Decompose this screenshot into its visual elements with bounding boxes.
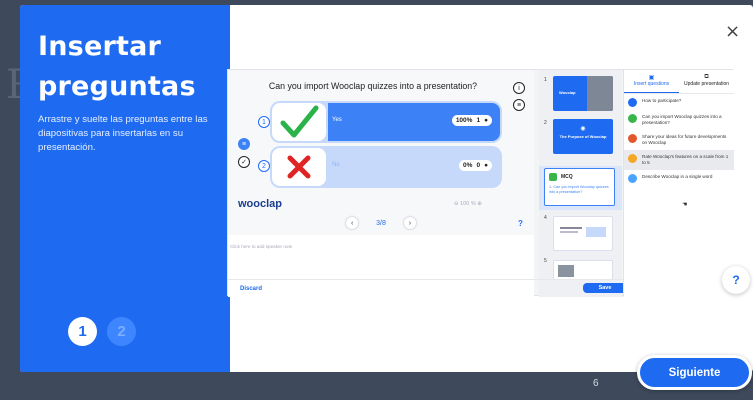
step-2[interactable]: 2 — [107, 317, 136, 346]
person-icon: ● — [484, 162, 488, 169]
slide-editor: Can you import Wooclap quizzes into a pr… — [228, 70, 534, 297]
editor-help-icon[interactable]: ? — [518, 219, 523, 228]
question-type-icon — [628, 134, 637, 143]
questions-panel: ▣ Insert questions ⧉ Update presentation… — [623, 70, 734, 297]
slide-thumbnail-2[interactable]: ◉ The Purpose of Wooclap — [553, 119, 613, 154]
info-icon[interactable]: i — [513, 82, 525, 94]
mcq-icon — [549, 173, 557, 181]
wooclap-logo: wooclap — [238, 198, 283, 210]
prev-slide-icon[interactable]: ‹ — [346, 217, 359, 229]
sidebar-title: Insertar preguntas — [38, 27, 220, 107]
slide-thumbnail-1[interactable]: Wooclap — [553, 76, 613, 111]
answer-number-1: 1 — [258, 116, 270, 128]
thumb-photo — [558, 265, 574, 277]
preview-screenshot: Can you import Wooclap quizzes into a pr… — [227, 69, 734, 297]
discard-button[interactable]: Discard — [240, 286, 262, 292]
page-indicator: 3/8 — [376, 219, 386, 227]
question-type-icon — [628, 114, 637, 123]
question-item[interactable]: How to participate? — [624, 94, 734, 110]
question-text: How to participate? — [642, 98, 682, 103]
question-item[interactable]: Rate Wooclap's features on a scale from … — [624, 150, 734, 170]
tab-insert-questions[interactable]: ▣ Insert questions — [624, 70, 679, 93]
answer-percent-1: 100% — [455, 117, 473, 124]
slide-thumbnail-3[interactable]: MCQ 1. Can you import Wooclap quizzes in… — [544, 168, 615, 206]
help-button[interactable]: ? — [722, 266, 750, 294]
answer-label-1: Yes — [332, 117, 342, 123]
question-type-icon — [628, 154, 637, 163]
sidebar-title-line2: preguntas — [38, 71, 196, 102]
tab-update-presentation[interactable]: ⧉ Update presentation — [679, 70, 734, 93]
tab-update-label: Update presentation — [683, 81, 730, 87]
step-indicator: 1 2 — [68, 317, 136, 346]
question-text: Rate Wooclap's features on a scale from … — [642, 154, 729, 165]
thumb-number-2: 2 — [544, 120, 547, 126]
thumb-line — [560, 231, 578, 233]
close-icon[interactable]: × — [725, 21, 740, 42]
insert-icon: ▣ — [648, 75, 655, 81]
target-icon: ◉ — [580, 126, 586, 132]
answer-percent-2: 0% — [463, 162, 473, 169]
answer-stats-2: 0% 0 ● — [459, 160, 492, 171]
next-button[interactable]: Siguiente — [637, 355, 752, 390]
zoom-level: 100 % — [460, 201, 476, 207]
answer-stats-1: 100% 1 ● — [451, 115, 492, 126]
slide-canvas: Can you import Wooclap quizzes into a pr… — [228, 70, 534, 235]
thumb-number-5: 5 — [544, 258, 547, 264]
check-circle-icon[interactable]: ✓ — [238, 156, 250, 168]
question-title: Can you import Wooclap quizzes into a pr… — [268, 81, 478, 91]
list-icon[interactable]: ≡ — [513, 99, 525, 111]
menu-icon[interactable]: ≡ — [238, 138, 250, 150]
thumb-title-2: The Purpose of Wooclap — [559, 134, 607, 139]
thumb-number-4: 4 — [544, 215, 547, 221]
answer-count-1: 1 — [476, 117, 481, 124]
question-text: Describe Wooclap in a single word — [642, 174, 713, 179]
zoom-control[interactable]: ⊖ 100 % ⊕ — [454, 201, 482, 207]
sidebar-description: Arrastre y suelte las preguntas entre la… — [38, 114, 208, 153]
question-item[interactable]: Describe Wooclap in a single word — [624, 170, 734, 186]
thumb-text-3: 1. Can you import Wooclap quizzes into a… — [549, 185, 609, 194]
question-text: Share your ideas for future developments… — [642, 134, 727, 145]
sidebar-title-line1: Insertar — [38, 31, 162, 62]
cross-icon — [272, 148, 326, 186]
thumb-title-1: Wooclap — [559, 90, 576, 95]
person-icon: ● — [484, 117, 488, 124]
slide-thumbnails: 1 Wooclap 2 ◉ The Purpose of Wooclap 3 M… — [539, 70, 622, 297]
question-type-icon — [628, 174, 637, 183]
speaker-notes[interactable]: Click here to add speaker note — [230, 244, 292, 249]
zoom-in-icon[interactable]: ⊕ — [477, 201, 482, 207]
thumb-tag-3: MCQ — [561, 174, 573, 180]
question-type-icon — [628, 98, 637, 107]
hand-cursor-icon: ☚ — [682, 202, 688, 208]
save-button[interactable]: Save — [583, 283, 627, 293]
panel-tabs: ▣ Insert questions ⧉ Update presentation — [624, 70, 734, 94]
answer-row-1[interactable]: Yes 100% 1 ● — [270, 101, 502, 143]
slide-thumbnail-5[interactable] — [553, 260, 613, 280]
thumb-photo — [587, 76, 613, 111]
thumb-number-1: 1 — [544, 77, 547, 83]
slide-thumbnail-4[interactable] — [553, 216, 613, 251]
tab-insert-label: Insert questions — [633, 81, 670, 87]
answer-number-2: 2 — [258, 160, 270, 172]
selected-thumb-bg: 3 MCQ 1. Can you import Wooclap quizzes … — [539, 166, 622, 210]
slide-pager: ‹ 3/8 › — [228, 217, 534, 229]
next-slide-icon[interactable]: › — [403, 217, 416, 229]
update-icon: ⧉ — [704, 74, 709, 80]
answer-label-2: No — [332, 162, 340, 168]
question-text: Can you import Wooclap quizzes into a pr… — [642, 114, 722, 125]
answer-count-2: 0 — [476, 162, 481, 169]
question-item[interactable]: Share your ideas for future developments… — [624, 130, 734, 150]
thumb-chart — [586, 227, 606, 237]
checkmark-icon — [272, 103, 326, 141]
thumb-line — [560, 227, 582, 229]
question-list: How to participate? Can you import Woocla… — [624, 94, 734, 186]
sidebar: Insertar preguntas Arrastre y suelte las… — [20, 5, 230, 372]
step-1[interactable]: 1 — [68, 317, 97, 346]
question-item[interactable]: Can you import Wooclap quizzes into a pr… — [624, 110, 734, 130]
answer-row-2[interactable]: No 0% 0 ● — [270, 146, 502, 188]
backdrop-page-number: 6 — [593, 378, 599, 389]
